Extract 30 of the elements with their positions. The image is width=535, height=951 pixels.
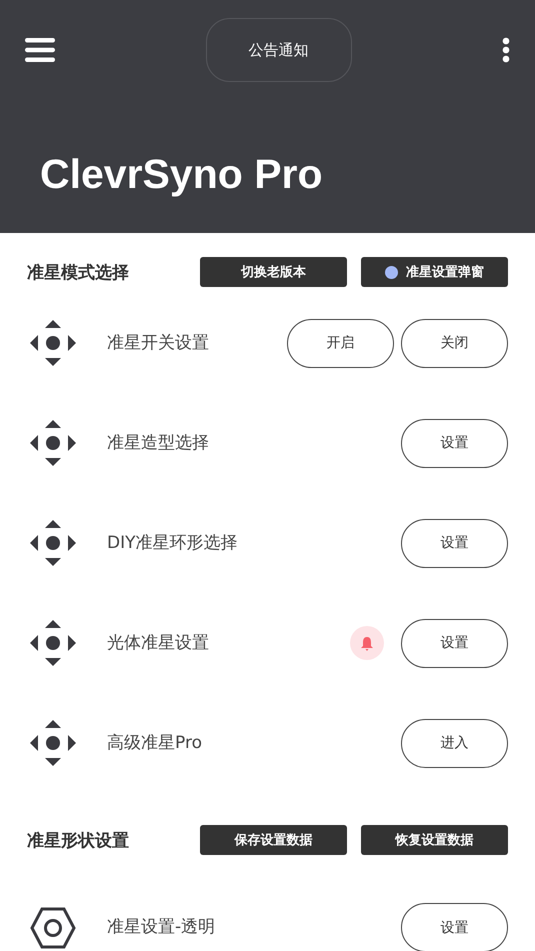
setting-button[interactable]: 设置 [401,418,508,468]
setting-label: 准星设置-透明 [107,916,216,939]
setting-button[interactable]: 开启 [287,318,394,368]
direction-pad-icon [30,420,76,466]
action-button[interactable]: 切换老版本 [200,257,347,287]
setting-button[interactable]: 设置 [401,618,508,668]
setting-label: 高级准星Pro [107,732,203,754]
setting-button[interactable]: 进入 [401,718,508,768]
section-title: 准星形状设置 [27,830,130,852]
section-title: 准星模式选择 [27,262,130,284]
bell-icon [360,636,374,650]
direction-pad-icon [30,720,76,766]
action-button[interactable]: 准星设置弹窗 [361,257,508,287]
direction-pad-icon [30,520,76,566]
setting-label: 光体准星设置 [107,632,210,654]
menu-icon[interactable] [25,38,55,62]
more-options-icon[interactable] [502,37,510,63]
notice-button[interactable]: 公告通知 [206,18,352,82]
setting-label: DIY准星环形选择 [107,532,238,554]
setting-label: 准星开关设置 [107,332,210,354]
setting-button[interactable]: 关闭 [401,318,508,368]
app-title: ClevrSyno Pro [40,150,324,198]
setting-label: 准星造型选择 [107,432,210,454]
action-button[interactable]: 恢复设置数据 [361,825,508,855]
action-button[interactable]: 保存设置数据 [200,825,347,855]
direction-pad-icon [30,320,76,366]
direction-pad-icon [30,620,76,666]
setting-button[interactable]: 设置 [401,518,508,568]
hexagon-nut-icon [30,907,76,949]
setting-button[interactable]: 设置 [401,903,508,951]
